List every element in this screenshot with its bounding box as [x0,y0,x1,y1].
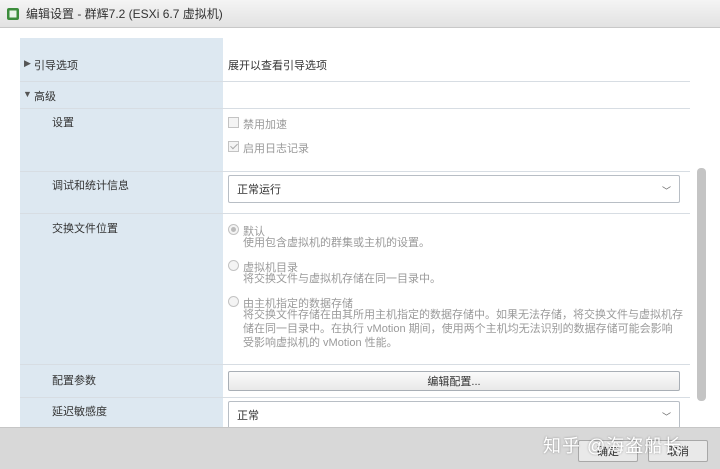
latency-select[interactable]: 正常 ﹀ [228,401,680,427]
row-label-settings: 设置 [52,117,74,129]
row-label-advanced[interactable]: 高级 [34,88,56,104]
row-divider [20,81,690,82]
expand-triangle-icon[interactable]: ▶ [24,58,31,69]
row-label-debug-stats: 调试和统计信息 [52,180,129,192]
row-label-config-params: 配置参数 [52,375,96,387]
vertical-scrollbar-thumb[interactable] [697,168,706,401]
row-label-boot-options[interactable]: 引导选项 [34,57,78,73]
window-title: 编辑设置 - 群辉7.2 (ESXi 6.7 虚拟机) [26,7,223,21]
row-divider [20,213,690,214]
settings-table: ▶ 引导选项 展开以查看引导选项 ▼ 高级 设置 禁用加速 启用日志记录 调试和… [20,38,690,427]
row-label-latency: 延迟敏感度 [52,406,107,418]
chevron-down-icon: ﹀ [661,186,671,196]
swap-host-datastore-desc: 将交换文件存储在由其所用主机指定的数据存储中。如果无法存储，将交换文件与虚拟机存… [243,309,683,349]
latency-selected: 正常 [237,410,259,422]
enable-logging-label: 启用日志记录 [243,143,309,155]
row-label-swap-location: 交换文件位置 [52,223,118,235]
swap-default-radio[interactable] [228,224,239,235]
swap-default-desc: 使用包含虚拟机的群集或主机的设置。 [243,237,430,249]
disable-acceleration-checkbox[interactable] [228,117,239,128]
row-divider [20,171,690,172]
row-divider [20,397,690,398]
chevron-down-icon: ﹀ [661,412,671,422]
edit-config-button[interactable]: 编辑配置... [228,371,680,391]
window-titlebar: 编辑设置 - 群辉7.2 (ESXi 6.7 虚拟机) [0,0,720,28]
debug-stats-selected: 正常运行 [237,184,281,196]
collapse-triangle-icon[interactable]: ▼ [23,89,32,99]
watermark: 知乎 @海盗船长 [543,436,683,456]
dialog-footer: 确定 取消 知乎 @海盗船长 [0,427,720,469]
row-divider [20,364,690,365]
swap-vm-dir-radio[interactable] [228,260,239,271]
debug-stats-select[interactable]: 正常运行 ﹀ [228,175,680,203]
vm-icon [7,7,19,20]
boot-options-hint: 展开以查看引导选项 [228,60,327,72]
swap-host-datastore-radio[interactable] [228,296,239,307]
row-divider [20,108,690,109]
enable-logging-checkbox[interactable] [228,141,239,152]
settings-dialog: ▶ 引导选项 展开以查看引导选项 ▼ 高级 设置 禁用加速 启用日志记录 调试和… [0,28,720,427]
disable-acceleration-label: 禁用加速 [243,119,287,131]
swap-vm-dir-desc: 将交换文件与虚拟机存储在同一目录中。 [243,273,441,285]
